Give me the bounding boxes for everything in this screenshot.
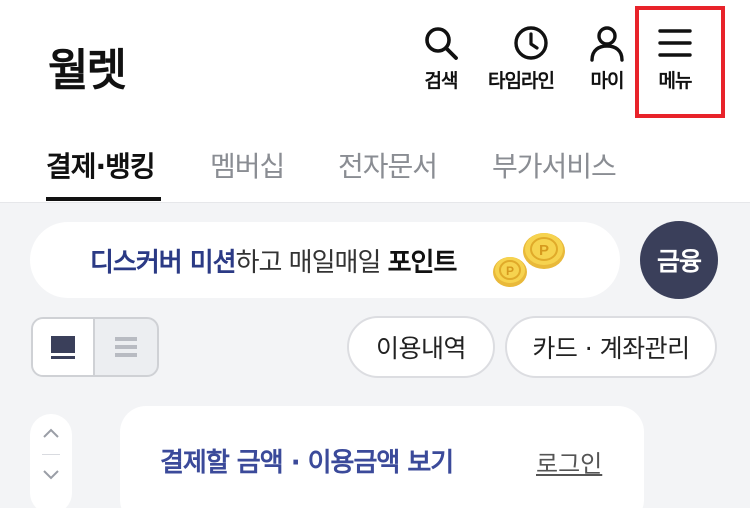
view-amounts-link[interactable]: 결제할 금액 · 이용금액 보기	[160, 442, 454, 479]
card-scroller	[30, 414, 72, 508]
view-mode-toggle	[31, 317, 159, 377]
app-logo: 월렛	[48, 45, 127, 96]
svg-text:P: P	[539, 242, 549, 259]
chevron-down-icon[interactable]	[41, 467, 61, 481]
card-view-icon	[51, 336, 75, 359]
finance-button[interactable]: 금융	[640, 221, 718, 299]
banner-text-mission: 디스커버 미션	[90, 247, 237, 278]
card-view-button[interactable]	[33, 319, 96, 375]
banner-text-middle: 하고 매일매일	[235, 247, 388, 278]
tab-documents[interactable]: 전자문서	[338, 145, 438, 185]
my-label: 마이	[590, 70, 625, 92]
chevron-up-icon[interactable]	[41, 426, 61, 440]
my-button[interactable]: 마이	[588, 24, 626, 96]
scroller-divider	[42, 454, 60, 455]
tab-payment-banking[interactable]: 결제·뱅킹	[46, 145, 156, 185]
user-icon	[590, 26, 624, 62]
card-account-manage-button[interactable]: 카드 · 계좌관리	[505, 316, 717, 378]
clock-icon	[514, 26, 548, 60]
list-view-icon	[115, 337, 137, 357]
search-icon	[425, 27, 458, 60]
timeline-label: 타임라인	[488, 70, 555, 92]
app-header: 월렛 검색 타임라인 마이 메뉴	[0, 0, 750, 125]
tab-extra-services[interactable]: 부가서비스	[492, 145, 617, 185]
banner-text-points: 포인트	[387, 247, 458, 278]
search-label: 검색	[424, 70, 459, 92]
list-view-button[interactable]	[95, 319, 157, 375]
usage-history-button[interactable]: 이용내역	[347, 316, 495, 378]
payment-summary-card: 결제할 금액 · 이용금액 보기 로그인	[120, 406, 644, 508]
active-tab-indicator	[46, 197, 161, 201]
tab-bar: 결제·뱅킹 멤버십 전자문서 부가서비스	[0, 125, 750, 203]
search-button[interactable]: 검색	[422, 24, 460, 96]
tab-membership[interactable]: 멤버십	[210, 145, 285, 185]
svg-text:P: P	[506, 264, 514, 278]
coins-icon: P P	[493, 233, 565, 287]
timeline-button[interactable]: 타임라인	[488, 24, 555, 96]
menu-highlight-box	[635, 6, 725, 118]
login-link[interactable]: 로그인	[536, 444, 602, 479]
